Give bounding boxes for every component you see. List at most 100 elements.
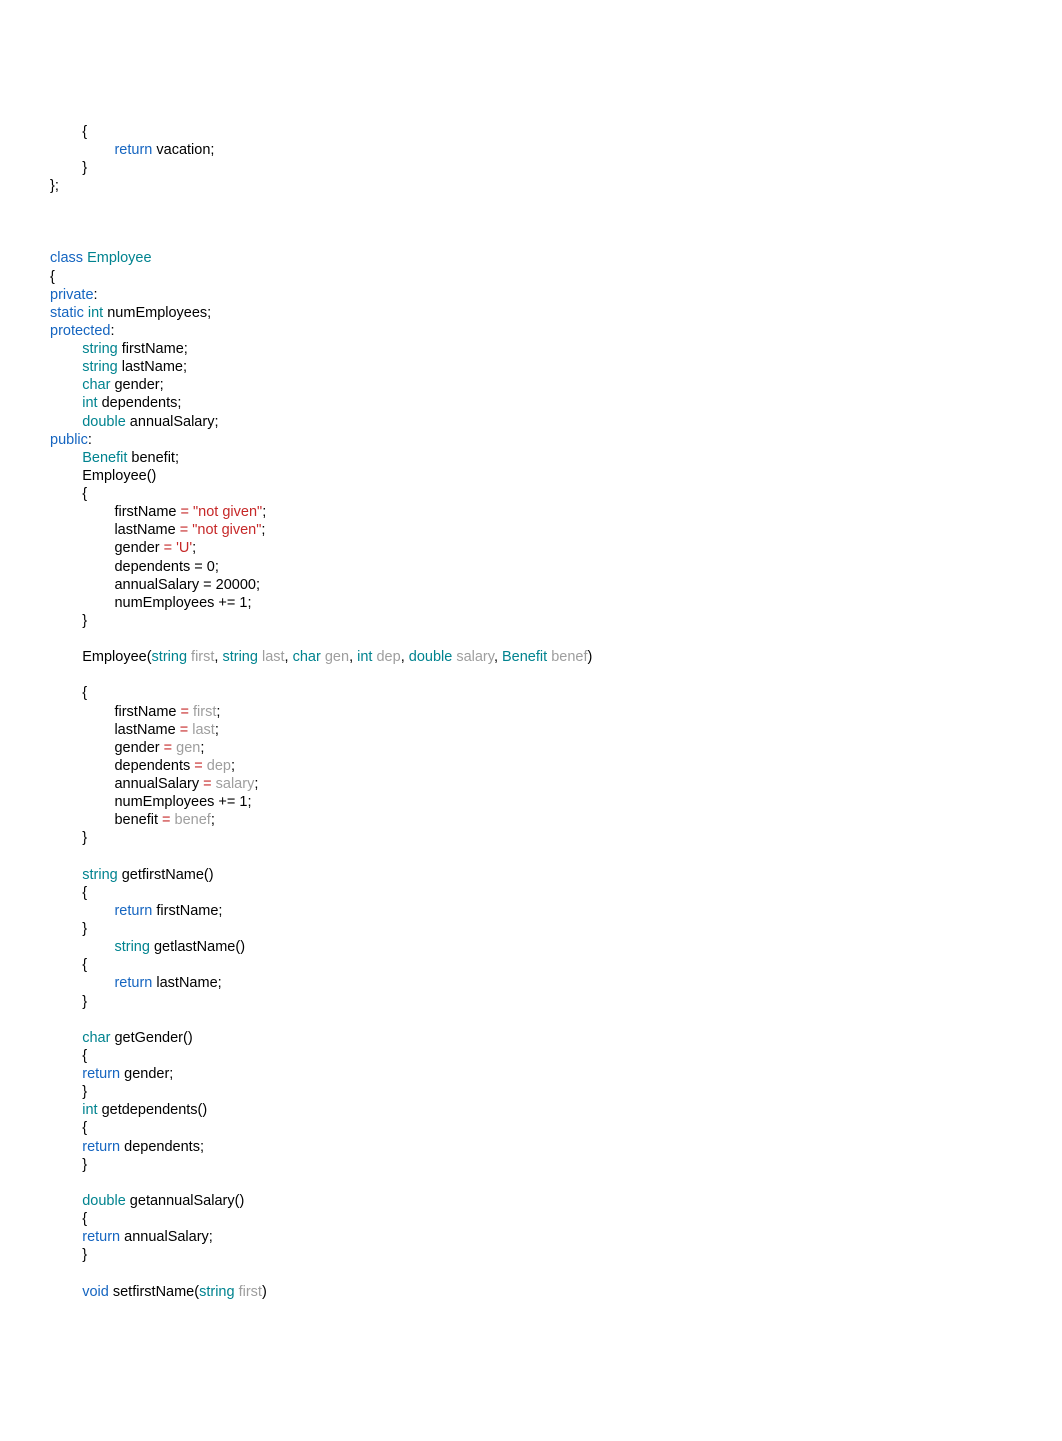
code-token: getGender() (110, 1030, 192, 1046)
code-token: ; (192, 540, 196, 556)
code-token: } (50, 1157, 87, 1173)
code-token (50, 377, 82, 393)
code-token: double (82, 414, 126, 430)
code-token: getlastName() (150, 939, 245, 955)
code-token: : (94, 287, 98, 303)
code-token: benefit (50, 812, 162, 828)
code-token: ; (254, 776, 258, 792)
code-token: gender; (120, 1066, 173, 1082)
code-line: } (50, 829, 1012, 847)
code-token: benef (551, 649, 587, 665)
code-token: } (50, 1247, 87, 1263)
code-token: char (293, 649, 321, 665)
code-line: firstName = first; (50, 703, 1012, 721)
code-token: getannualSalary() (126, 1193, 245, 1209)
code-line (50, 1011, 1012, 1029)
code-token: return (82, 1229, 120, 1245)
code-line: Employee(string first, string last, char… (50, 648, 1012, 666)
code-line: { (50, 956, 1012, 974)
code-line: private: (50, 286, 1012, 304)
code-line: double getannualSalary() (50, 1192, 1012, 1210)
code-line: } (50, 1246, 1012, 1264)
code-token (50, 142, 114, 158)
code-token (50, 867, 82, 883)
code-token (50, 1030, 82, 1046)
code-token: numEmployees; (103, 305, 211, 321)
code-token (50, 1193, 82, 1209)
code-line: void setfirstName(string first) (50, 1283, 1012, 1301)
code-token: ; (231, 758, 235, 774)
code-line: { (50, 268, 1012, 286)
code-token: last (262, 649, 285, 665)
code-token: annualSalary; (126, 414, 219, 430)
code-token: = (181, 704, 189, 720)
code-token (50, 395, 82, 411)
code-token: vacation; (152, 142, 214, 158)
code-line (50, 630, 1012, 648)
code-line: char getGender() (50, 1029, 1012, 1047)
code-token: gender (50, 740, 164, 756)
code-token: return (114, 142, 152, 158)
code-token: firstName; (152, 903, 222, 919)
code-token (50, 414, 82, 430)
code-token: string (82, 341, 117, 357)
code-token: double (409, 649, 453, 665)
code-token (50, 450, 82, 466)
code-token: , (494, 649, 502, 665)
code-line: numEmployees += 1; (50, 594, 1012, 612)
code-line: class Employee (50, 249, 1012, 267)
code-token: string (82, 359, 117, 375)
code-token: lastName (50, 722, 180, 738)
code-token: , (285, 649, 293, 665)
code-line: } (50, 993, 1012, 1011)
code-token (50, 1284, 82, 1300)
code-token: numEmployees += 1; (50, 595, 251, 611)
code-token: , (401, 649, 409, 665)
code-line: dependents = dep; (50, 757, 1012, 775)
code-token: double (82, 1193, 126, 1209)
code-token: lastName (50, 522, 180, 538)
code-token: string (114, 939, 149, 955)
code-token: { (50, 685, 87, 701)
code-token: dep (207, 758, 231, 774)
code-token: : (110, 323, 114, 339)
code-line: } (50, 612, 1012, 630)
code-token: firstName (50, 504, 181, 520)
code-token (50, 939, 114, 955)
code-line: { (50, 485, 1012, 503)
code-token: numEmployees += 1; (50, 794, 251, 810)
code-token: = (164, 540, 172, 556)
code-line: } (50, 1156, 1012, 1174)
code-token: Benefit (502, 649, 547, 665)
code-line: } (50, 1083, 1012, 1101)
code-token: { (50, 885, 87, 901)
code-token: ) (262, 1284, 267, 1300)
code-token: = (194, 758, 202, 774)
code-token: = (203, 776, 211, 792)
code-token: benef (175, 812, 211, 828)
code-line: gender = gen; (50, 739, 1012, 757)
code-token: }; (50, 178, 59, 194)
code-line: double annualSalary; (50, 413, 1012, 431)
code-token: string (199, 1284, 234, 1300)
code-token: salary (456, 649, 494, 665)
code-token: Employee() (50, 468, 156, 484)
code-token: ; (262, 504, 266, 520)
code-line: benefit = benef; (50, 811, 1012, 829)
code-line (50, 848, 1012, 866)
code-token: benefit; (127, 450, 179, 466)
code-line (50, 666, 1012, 684)
code-token: protected (50, 323, 110, 339)
code-token: gender; (110, 377, 163, 393)
code-line (50, 231, 1012, 249)
code-line: string lastName; (50, 358, 1012, 376)
code-token: int (82, 395, 97, 411)
code-line: } (50, 159, 1012, 177)
code-line: string getlastName() (50, 938, 1012, 956)
code-line (50, 213, 1012, 231)
code-token: ) (587, 649, 592, 665)
code-token: : (88, 432, 92, 448)
code-token: { (50, 269, 55, 285)
code-line: string getfirstName() (50, 866, 1012, 884)
code-token: setfirstName( (109, 1284, 199, 1300)
